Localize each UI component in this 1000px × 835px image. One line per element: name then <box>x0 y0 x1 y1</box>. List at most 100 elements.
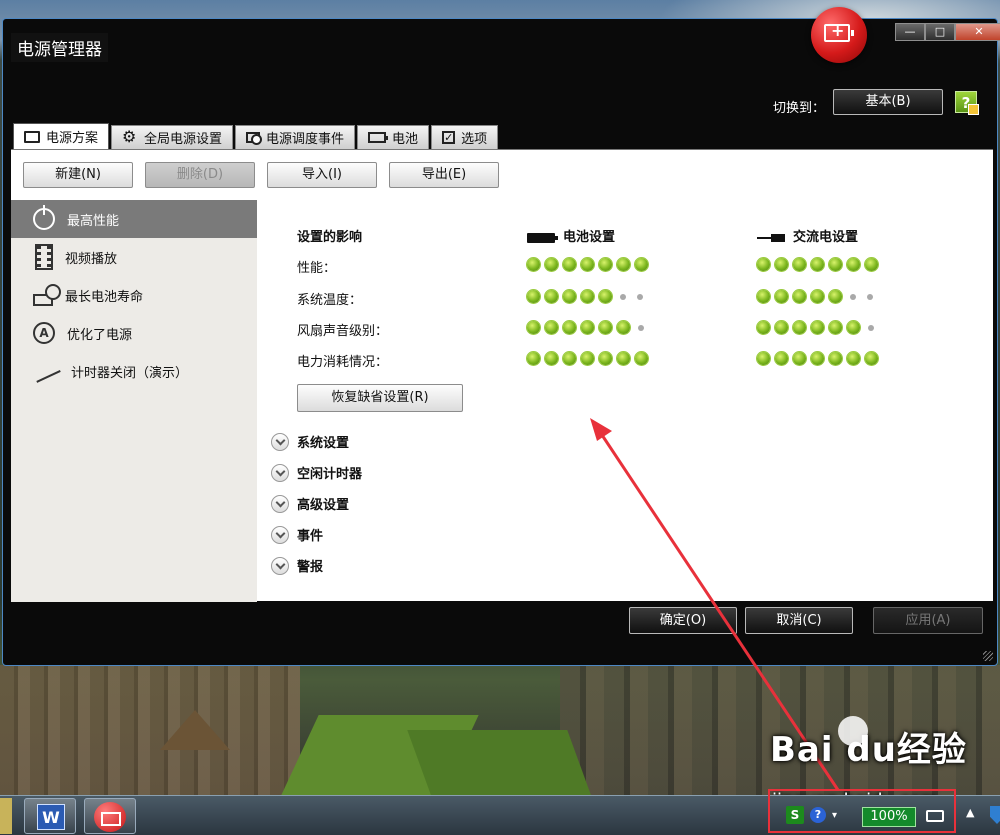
level-dot-off <box>867 293 873 300</box>
taskbar-power-manager[interactable] <box>84 798 136 834</box>
shield-icon[interactable] <box>990 806 1000 824</box>
level-dot-off <box>638 324 644 331</box>
level-dot-on <box>775 321 788 334</box>
plan-item-label: 视频播放 <box>65 251 118 267</box>
delete-plan-button[interactable]: 删除(D) <box>145 162 255 188</box>
watermark-logo: Bai du经验 <box>770 730 967 770</box>
level-dot-on <box>527 352 540 365</box>
section-alerts[interactable]: 警报 <box>271 550 362 581</box>
battery-level-fan-noise <box>527 321 647 334</box>
power-manager-icon <box>94 802 126 832</box>
power-plan-panel: 新建(N) 删除(D) 导入(I) 导出(E) 最高性能 视频播放 最长电池寿命… <box>11 149 993 602</box>
gear-icon <box>122 130 138 145</box>
plan-list: 最高性能 视频播放 最长电池寿命 A 优化了电源 计时器关闭（演示） <box>11 200 257 602</box>
level-dot-on <box>757 321 770 334</box>
ac-plug-icon <box>757 233 785 242</box>
tab-label: 选项 <box>461 132 488 147</box>
plan-item-max-performance[interactable]: 最高性能 <box>11 200 257 238</box>
level-dot-on <box>617 321 630 334</box>
level-dot-on <box>811 290 824 303</box>
level-dot-on <box>527 321 540 334</box>
ac-level-power-consumption <box>757 352 878 365</box>
section-system-settings[interactable]: 系统设置 <box>271 426 362 457</box>
level-dot-on <box>793 258 806 271</box>
word-icon: W <box>37 804 65 830</box>
level-dot-on <box>811 258 824 271</box>
export-button[interactable]: 导出(E) <box>389 162 499 188</box>
battery-icon <box>527 232 558 243</box>
minimize-button[interactable]: — <box>895 23 925 41</box>
new-plan-button[interactable]: 新建(N) <box>23 162 133 188</box>
section-label: 事件 <box>297 529 324 544</box>
annotation-highlight-box <box>768 789 956 833</box>
section-label: 警报 <box>297 560 324 575</box>
import-button[interactable]: 导入(I) <box>267 162 377 188</box>
level-dot-on <box>545 321 558 334</box>
section-advanced-settings[interactable]: 高级设置 <box>271 488 362 519</box>
level-dot-on <box>563 290 576 303</box>
level-dot-on <box>775 290 788 303</box>
switch-label: 切换到： <box>773 101 826 116</box>
plan-item-max-battery-life[interactable]: 最长电池寿命 <box>11 276 257 314</box>
section-events[interactable]: 事件 <box>271 519 362 550</box>
level-dot-on <box>865 352 878 365</box>
start-button-edge[interactable] <box>0 798 12 834</box>
wallpaper-ruins-left <box>0 665 300 795</box>
ac-settings-label: 交流电设置 <box>793 230 859 245</box>
level-dot-on <box>865 258 878 271</box>
level-dot-on <box>829 290 842 303</box>
level-dot-off <box>850 293 856 300</box>
section-idle-timer[interactable]: 空闲计时器 <box>271 457 362 488</box>
power-manager-window: 电源管理器 + — □ ✕ 切换到： 基本(B) ? 电源方案 全局电源设置 电… <box>2 7 1000 666</box>
restore-defaults-button[interactable]: 恢复缺省设置(R) <box>297 384 463 412</box>
tab-global-settings[interactable]: 全局电源设置 <box>111 125 234 149</box>
ac-settings-heading: 交流电设置 <box>757 226 858 245</box>
window-title: 电源管理器 <box>11 33 108 62</box>
level-dot-on <box>829 321 842 334</box>
baidu-watermark: Bai du经验 jingyan.baidu.com <box>770 716 967 811</box>
level-dot-on <box>581 258 594 271</box>
battery-clock-icon <box>33 284 61 306</box>
ok-button[interactable]: 确定(O) <box>629 607 737 634</box>
power-manager-logo-icon: + <box>811 7 867 63</box>
level-dot-on <box>793 321 806 334</box>
tab-options[interactable]: ✓ 选项 <box>431 125 499 149</box>
level-dot-on <box>599 258 612 271</box>
chevron-down-icon <box>271 494 289 513</box>
maximize-button[interactable]: □ <box>925 23 955 41</box>
level-dot-off <box>868 324 874 331</box>
level-dot-on <box>545 258 558 271</box>
resize-grip-icon[interactable] <box>983 651 993 661</box>
plan-item-timer-off-demo[interactable]: 计时器关闭（演示） <box>11 352 257 390</box>
level-dot-on <box>775 258 788 271</box>
battery-settings-label: 电池设置 <box>563 230 616 245</box>
basic-mode-button[interactable]: 基本(B) <box>833 89 943 115</box>
ac-level-fan-noise <box>757 321 877 334</box>
show-hidden-icons-icon[interactable]: ▲ <box>966 806 974 819</box>
tab-battery[interactable]: 电池 <box>357 125 430 149</box>
close-button[interactable]: ✕ <box>955 23 1000 41</box>
level-dot-on <box>563 352 576 365</box>
effect-label-power-consumption: 电力消耗情况： <box>297 355 389 370</box>
wallpaper-terrace <box>407 730 593 800</box>
level-dot-on <box>581 321 594 334</box>
chevron-down-icon <box>271 525 289 544</box>
power-icon <box>33 205 55 230</box>
battery-level-temperature <box>527 290 646 303</box>
tab-power-plans[interactable]: 电源方案 <box>13 123 110 149</box>
plan-item-optimized[interactable]: A 优化了电源 <box>11 314 257 352</box>
apply-button[interactable]: 应用(A) <box>873 607 983 634</box>
level-dot-on <box>545 290 558 303</box>
level-dot-on <box>581 352 594 365</box>
plan-item-video-playback[interactable]: 视频播放 <box>11 238 257 276</box>
level-dot-on <box>775 352 788 365</box>
help-icon[interactable]: ? <box>955 91 979 115</box>
taskbar-word[interactable]: W <box>24 798 76 834</box>
cancel-button[interactable]: 取消(C) <box>745 607 853 634</box>
tab-label: 电源调度事件 <box>266 132 345 147</box>
tab-power-schedule[interactable]: 电源调度事件 <box>235 125 356 149</box>
plan-item-label: 最高性能 <box>67 213 120 229</box>
document-icon <box>24 130 40 143</box>
ac-level-performance <box>757 258 878 271</box>
level-dot-on <box>563 258 576 271</box>
